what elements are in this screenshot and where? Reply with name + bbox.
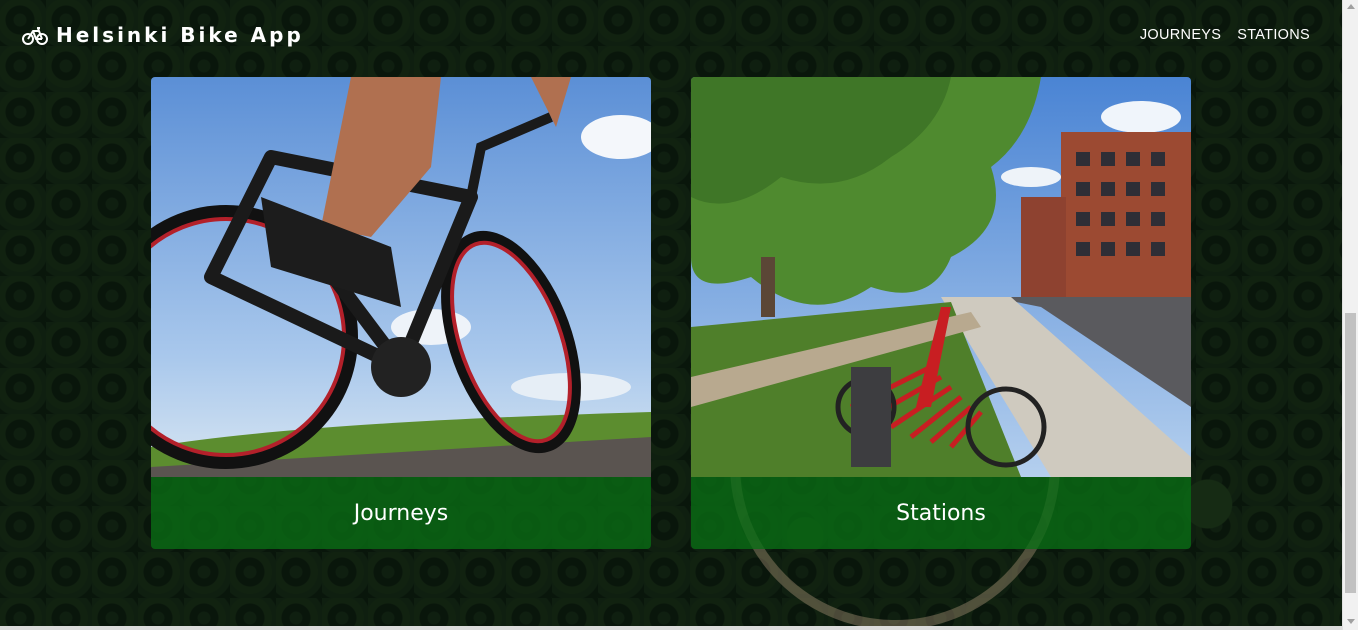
brand-logo-link[interactable]: Helsinki Bike App bbox=[22, 23, 304, 47]
nav-links: JOURNEYS STATIONS bbox=[1140, 27, 1310, 43]
nav-link-stations[interactable]: STATIONS bbox=[1237, 27, 1310, 43]
road-cyclist-photo bbox=[151, 77, 651, 477]
journeys-card-title: Journeys bbox=[353, 500, 449, 526]
horizontal-scrollbar[interactable] bbox=[0, 626, 1342, 630]
app-title: Helsinki Bike App bbox=[56, 23, 304, 47]
stations-card[interactable]: Stations bbox=[691, 77, 1191, 549]
stations-card-title: Stations bbox=[896, 500, 986, 526]
scroll-thumb[interactable] bbox=[1345, 313, 1356, 593]
scroll-down-arrow-icon[interactable] bbox=[1347, 619, 1355, 624]
bicycle-icon bbox=[22, 27, 48, 45]
nav-link-journeys[interactable]: JOURNEYS bbox=[1140, 27, 1221, 43]
journeys-card-footer: Journeys bbox=[151, 477, 651, 549]
scroll-up-arrow-icon[interactable] bbox=[1347, 4, 1355, 9]
navbar: Helsinki Bike App JOURNEYS STATIONS bbox=[0, 0, 1342, 70]
vertical-scrollbar[interactable] bbox=[1342, 0, 1358, 630]
bike-share-station-photo bbox=[691, 77, 1191, 477]
journeys-card[interactable]: Journeys bbox=[151, 77, 651, 549]
stations-card-footer: Stations bbox=[691, 477, 1191, 549]
